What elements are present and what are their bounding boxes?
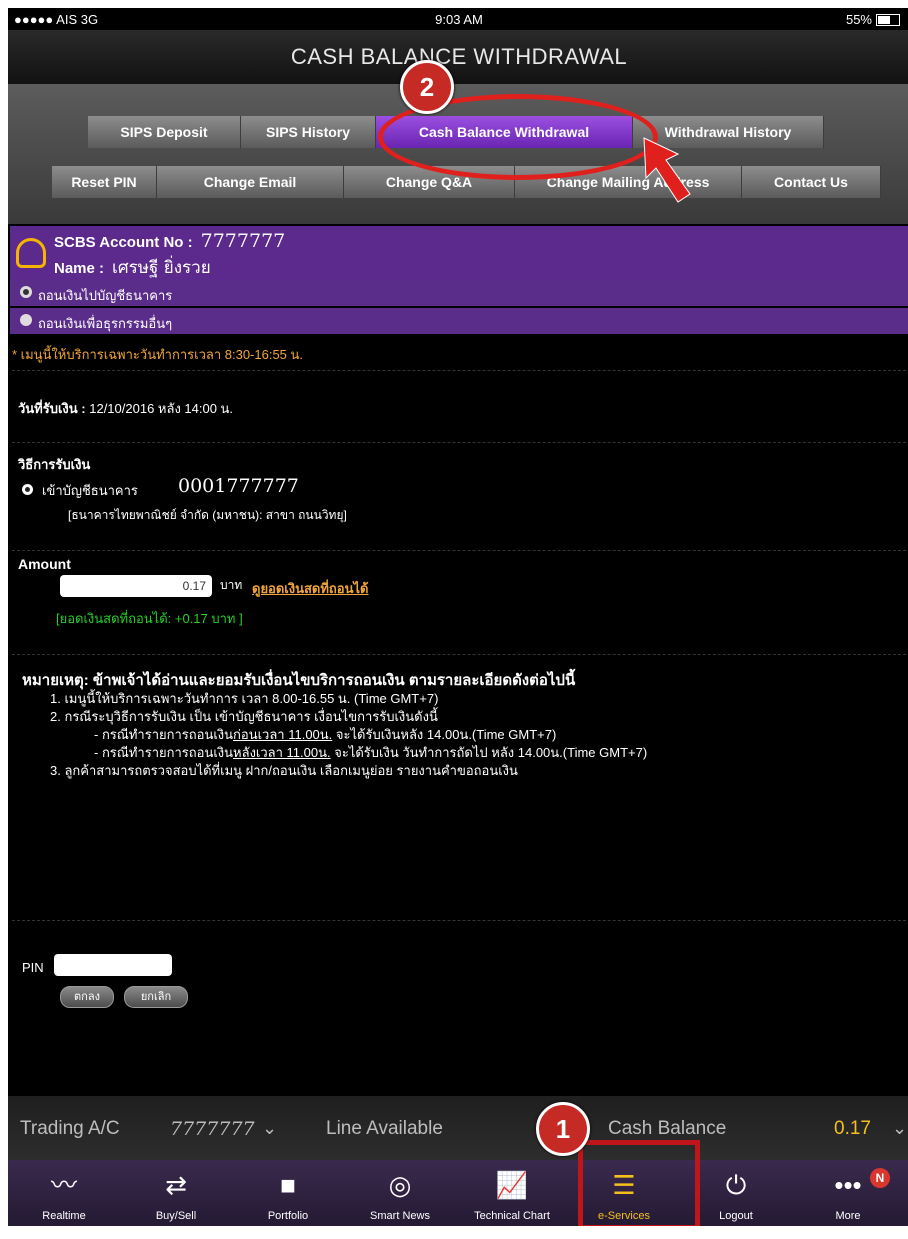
radio-unselected-icon[interactable] [20, 314, 32, 326]
amount-label: Amount [18, 556, 71, 572]
account-name-value: เศรษฐี ยิ่งรวย [112, 258, 211, 278]
remark-item-2: 2. กรณีระบุวิธีการรับเงิน เป็น เข้าบัญชี… [50, 709, 438, 724]
option-bank-withdrawal[interactable]: ถอนเงินไปบัญชีธนาคาร [10, 280, 908, 306]
page-title: CASH BALANCE WITHDRAWAL [8, 30, 908, 84]
tab-label: Smart News [370, 1210, 430, 1222]
remark-text: - กรณีทำรายการถอนเงิน [94, 727, 234, 742]
bank-name: [ธนาคารไทยพาณิชย์ จำกัด (มหาชน): สาขา ถน… [68, 508, 347, 522]
amount-unit: บาท [220, 578, 243, 592]
receive-date-label: วันที่รับเงิน : [18, 401, 86, 416]
remark-text: ก่อนเวลา 11.00น. [233, 727, 333, 742]
account-number: SCBS Account No : 7777777 [54, 230, 285, 252]
realtime-icon: 〰 [50, 1170, 77, 1200]
trading-account-label: Trading A/C [20, 1118, 120, 1139]
remark-text: จะได้รับเงินหลัง 14.00น.(Time GMT+7) [332, 727, 557, 742]
remark-item-1: 1. เมนูนี้ให้บริการเฉพาะวันทำการ เวลา 8.… [50, 691, 439, 706]
tab-more[interactable]: ••• More [792, 1160, 904, 1226]
account-number-value: 7777777 [200, 230, 286, 252]
tab-label: Technical Chart [474, 1210, 550, 1222]
trading-account-value: 7777777 [170, 1118, 255, 1140]
amount-input[interactable]: 0.17 [60, 575, 212, 597]
trading-summary-bar: Trading A/C 7777777 ⌄ Line Available Cas… [8, 1096, 908, 1160]
account-name-label: Name : [54, 260, 105, 277]
cancel-button[interactable]: ยกเลิก [124, 986, 188, 1008]
battery-text: 55% [845, 12, 872, 27]
account-header: SCBS Account No : 7777777 Name : เศรษฐี ยิ… [10, 226, 908, 280]
divider [12, 550, 906, 551]
compass-icon: ◎ [388, 1170, 412, 1200]
confirm-button[interactable]: ตกลง [60, 986, 114, 1008]
tab-realtime[interactable]: 〰 Realtime [8, 1160, 120, 1226]
cash-balance-label: Cash Balance [608, 1118, 727, 1139]
chart-icon: 📈 [495, 1170, 529, 1200]
tab-portfolio[interactable]: ■ Portfolio [232, 1160, 344, 1226]
bank-account-number: 0001777777 [178, 475, 299, 497]
remark-text: หลังเวลา 11.00น. [233, 745, 331, 760]
tab-reset-pin[interactable]: Reset PIN [52, 166, 157, 198]
tab-label: More [835, 1210, 861, 1222]
account-name: Name : เศรษฐี ยิ่งรวย [54, 254, 211, 281]
tab-buy-sell[interactable]: ⇄ Buy/Sell [120, 1160, 232, 1226]
divider [12, 370, 906, 371]
bottom-tab-bar: 〰 Realtime ⇄ Buy/Sell ■ Portfolio ◎ Smar… [8, 1160, 908, 1226]
receive-date-value: 12/10/2016 หลัง 14:00 น. [89, 401, 234, 416]
tab-change-email[interactable]: Change Email [157, 166, 344, 198]
available-balance: [ยอดเงินสดที่ถอนได้: +0.17 บาท ] [56, 611, 243, 626]
remark-text: - กรณีทำรายการถอนเงิน [94, 745, 234, 760]
divider [12, 920, 906, 921]
option-label: ถอนเงินเพื่อธุรกรรมอื่นๆ [38, 316, 173, 331]
tab-smart-news[interactable]: ◎ Smart News [344, 1160, 456, 1226]
service-hours-notice: * เมนูนี้ให้บริการเฉพาะวันทำการเวลา 8:30… [12, 347, 304, 362]
remark-item-3: 3. ลูกค้าสามารถตรวจสอบได้ที่เมนู ฝาก/ถอน… [50, 763, 518, 778]
tab-label: Portfolio [267, 1210, 309, 1222]
tab-contact-us[interactable]: Contact Us [742, 166, 881, 198]
pin-label: PIN [22, 960, 44, 975]
divider [12, 442, 906, 443]
remark-text: จะได้รับเงิน วันทำการถัดไป หลัง 14.00น.(… [330, 745, 648, 760]
remark-item-2b: - กรณีทำรายการถอนเงินหลังเวลา 11.00น. จะ… [22, 744, 647, 762]
step-2-badge: 2 [400, 60, 454, 114]
divider [12, 654, 906, 655]
remark-item-2a: - กรณีทำรายการถอนเงินก่อนเวลา 11.00น. จะ… [22, 726, 647, 744]
clock-text: 9:03 AM [435, 12, 483, 27]
tab-technical-chart[interactable]: 📈 Technical Chart [456, 1160, 568, 1226]
arrow-icon [643, 137, 691, 203]
battery-icon [876, 13, 900, 26]
radio-selected-icon[interactable] [20, 286, 32, 298]
remarks-heading: หมายเหตุ: ข้าพเจ้าได้อ่านและยอมรับเงื่อน… [22, 672, 576, 689]
option-label: ถอนเงินไปบัญชีธนาคาร [38, 288, 173, 303]
step-1-badge: 1 [536, 1102, 590, 1156]
chevron-icon[interactable]: ⌄ [892, 1118, 907, 1139]
app-screen: ●●●●● AIS 3G 9:03 AM 55% CASH BALANCE WI… [8, 8, 908, 1226]
remarks-block: หมายเหตุ: ข้าพเจ้าได้อ่านและยอมรับเงื่อน… [22, 672, 647, 780]
highlight-box [578, 1140, 700, 1226]
tab-sips-deposit[interactable]: SIPS Deposit [88, 116, 241, 148]
battery-indicator: 55% [846, 12, 900, 27]
view-withdrawable-link[interactable]: ดูยอดเงินสดที่ถอนได้ [252, 578, 368, 599]
radio-selected-icon[interactable] [22, 484, 33, 495]
pin-input[interactable] [54, 954, 172, 976]
tab-label: Buy/Sell [155, 1210, 197, 1222]
tab-label: Realtime [42, 1210, 86, 1222]
method-option: เข้าบัญชีธนาคาร [42, 483, 138, 498]
option-other-transaction[interactable]: ถอนเงินเพื่อธุรกรรมอื่นๆ [10, 308, 908, 334]
tab-sips-history[interactable]: SIPS History [241, 116, 376, 148]
status-bar: ●●●●● AIS 3G 9:03 AM 55% [8, 8, 908, 30]
receive-date: วันที่รับเงิน : 12/10/2016 หลัง 14:00 น. [18, 398, 233, 419]
line-available-label: Line Available [326, 1118, 443, 1139]
folder-icon: ■ [280, 1170, 296, 1200]
cash-balance-value: 0.17 [834, 1118, 871, 1139]
method-label: วิธีการรับเงิน [18, 457, 91, 472]
account-selector-chevron-icon[interactable]: ⌄ [262, 1118, 277, 1139]
scb-logo-icon [16, 238, 46, 268]
buy-sell-icon: ⇄ [165, 1170, 187, 1200]
account-number-label: SCBS Account No : [54, 234, 193, 251]
notification-badge: N [870, 1168, 890, 1188]
